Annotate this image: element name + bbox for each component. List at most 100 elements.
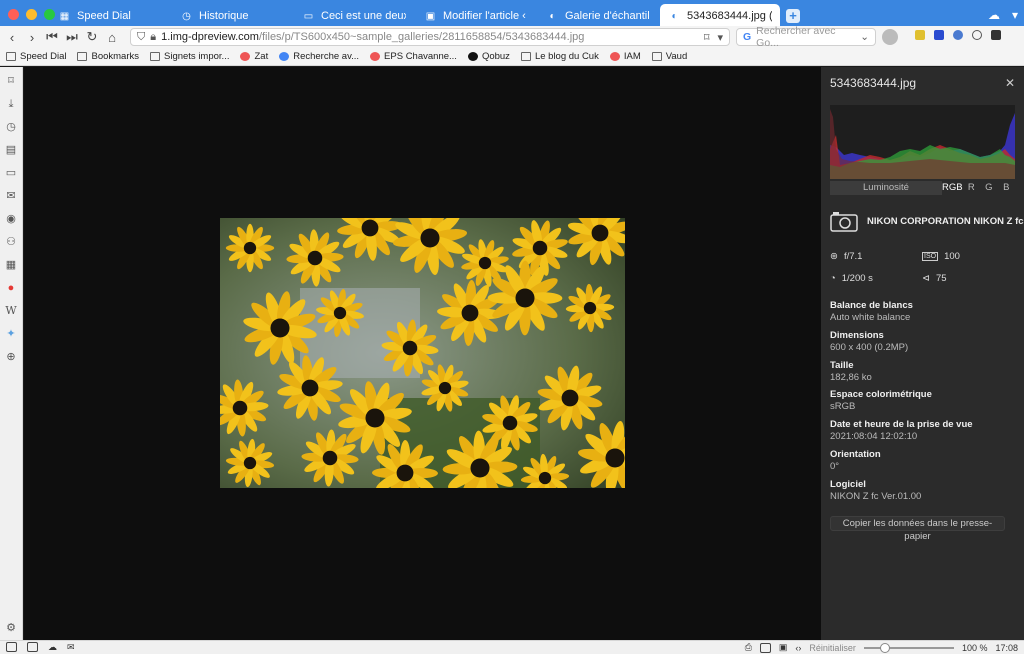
tab-blog[interactable]: ▣ Modifier l'article ‹ Le Blog xyxy=(416,4,536,28)
url-field[interactable]: ⛉ 🔒︎ 1.img-dpreview.com /files/p/TS600x4… xyxy=(130,28,730,46)
code-icon[interactable]: ‹› xyxy=(795,643,801,653)
wikipedia-icon[interactable]: W xyxy=(5,305,17,317)
reset-zoom-button[interactable]: Réinitialiser xyxy=(809,643,856,653)
mail-icon[interactable]: ✉ xyxy=(5,190,17,202)
bookmark-item[interactable]: Speed Dial xyxy=(6,51,66,62)
notes-icon[interactable]: ▤ xyxy=(5,144,17,156)
close-window-button[interactable] xyxy=(8,9,19,20)
extension-icon-3[interactable] xyxy=(953,30,963,40)
bookmark-item[interactable]: Recherche av... xyxy=(279,51,359,62)
document-icon: ▭ xyxy=(303,10,314,22)
cloud-icon[interactable]: ☁ xyxy=(988,8,1000,22)
bookmark-item[interactable]: Zat xyxy=(240,51,268,62)
extension-icon-2[interactable] xyxy=(934,30,944,40)
rewind-button[interactable]: ⏮ xyxy=(42,29,62,45)
panel-toggle-icon[interactable] xyxy=(6,642,17,652)
zoom-level: 100 % xyxy=(961,642,988,653)
window-panel-icon[interactable]: ▭ xyxy=(5,167,17,179)
minimize-window-button[interactable] xyxy=(26,9,37,20)
bookmark-item[interactable]: EPS Chavanne... xyxy=(370,51,457,62)
metadata-item: Balance de blancs Auto white balance xyxy=(830,300,1015,330)
clock-icon: ◷ xyxy=(182,10,191,22)
zoom-slider[interactable] xyxy=(863,642,954,653)
lock-icon[interactable]: 🔒︎ xyxy=(150,31,156,44)
tab-red[interactable]: R xyxy=(963,181,980,195)
bookmark-item[interactable]: Signets impor... xyxy=(150,51,229,62)
settings-icon[interactable]: ⚙ xyxy=(5,622,17,634)
speed-dial-icon: ▦ xyxy=(59,10,70,22)
tab-speed-dial[interactable]: ▦ Speed Dial xyxy=(50,4,170,28)
photo-yellow-flowers[interactable] xyxy=(220,218,625,488)
history-icon[interactable]: ◷ xyxy=(5,121,17,133)
mail-status-icon[interactable]: ✉ xyxy=(67,642,75,653)
tab-galerie[interactable]: ◐ Galerie d'échantillons: Nik xyxy=(538,4,658,28)
metadata-item: Espace colorimétrique sRGB xyxy=(830,389,1015,419)
search-field[interactable]: G Rechercher avec Go... ⌄ xyxy=(736,25,876,49)
bookmark-label: IAM xyxy=(623,51,641,62)
bookmark-item[interactable]: Le blog du Cuk xyxy=(520,51,599,62)
back-button[interactable]: ‹ xyxy=(2,30,22,45)
sync-cloud-icon[interactable]: ☁ xyxy=(48,642,57,653)
copy-data-button[interactable]: Copier les données dans le presse-papier xyxy=(830,516,1005,542)
metadata-value[interactable]: 182,86 ko xyxy=(830,372,1015,383)
feeds-icon[interactable]: ◉ xyxy=(5,213,17,225)
search-dropdown-icon[interactable]: ⌄ xyxy=(860,31,869,43)
bookmark-item[interactable]: IAM xyxy=(609,51,641,62)
camera-model: NIKON CORPORATION NIKON Z fc xyxy=(867,215,1024,227)
tab-blue[interactable]: B xyxy=(998,181,1015,195)
search-placeholder: Rechercher avec Go... xyxy=(756,25,836,49)
metadata-value[interactable]: Auto white balance xyxy=(830,312,1015,323)
reload-button[interactable]: ↻ xyxy=(82,29,102,45)
zoom-slider-knob[interactable] xyxy=(879,642,890,653)
shield-icon[interactable]: ⛉ xyxy=(137,31,145,44)
folder-icon xyxy=(77,52,88,61)
camera-info: NIKON CORPORATION NIKON Z fc xyxy=(830,210,1024,232)
capture-icon[interactable]: ⎙ xyxy=(745,642,752,653)
add-panel-icon[interactable]: ⊕ xyxy=(5,351,17,363)
address-bar: ‹ › ⏮ ⏭ ↻ ⌂ ⛉ 🔒︎ 1.img-dpreview.com /fil… xyxy=(0,25,1024,49)
home-button[interactable]: ⌂ xyxy=(102,30,122,45)
dropdown-icon[interactable]: ▾ xyxy=(717,31,723,44)
tiling-icon[interactable] xyxy=(759,642,771,653)
close-icon[interactable]: ✕ xyxy=(1005,76,1015,90)
image-info-panel: 5343683444.jpg ✕ Luminosité RGB R G B NI… xyxy=(821,67,1024,640)
bookmark-item[interactable]: Bookmarks xyxy=(77,51,139,62)
bookmark-icon[interactable]: ⌑ xyxy=(704,31,710,44)
bookmark-panel-icon[interactable]: ⌑ xyxy=(5,75,17,87)
extension-icon-4[interactable] xyxy=(972,30,982,40)
window-menu-icon[interactable]: ▾ xyxy=(1012,8,1018,22)
bookmark-label: Qobuz xyxy=(481,51,510,62)
side-panel: ⌑ ⤓ ◷ ▤ ▭ ✉ ◉ ⚇ ▦ ● W ✦ ⊕ ⚙ xyxy=(0,67,23,640)
bookmark-item[interactable]: Vaud xyxy=(651,51,687,62)
extension-icon-5[interactable] xyxy=(991,30,1001,40)
fast-forward-button[interactable]: ⏭ xyxy=(62,29,82,45)
images-icon[interactable]: ▣ xyxy=(779,642,788,653)
metadata-value[interactable]: 600 x 400 (0.2MP) xyxy=(830,342,1015,353)
contacts-icon[interactable]: ⚇ xyxy=(5,236,17,248)
tab-label: Ceci est une deuxième no xyxy=(321,10,406,22)
tab-note[interactable]: ▭ Ceci est une deuxième no xyxy=(294,4,414,28)
metadata-value[interactable]: NIKON Z fc Ver.01.00 xyxy=(830,491,1015,502)
metadata-value[interactable]: sRGB xyxy=(830,401,1015,412)
forward-button[interactable]: › xyxy=(22,30,42,45)
bookmark-item[interactable]: Qobuz xyxy=(467,51,510,62)
new-tab-button[interactable]: + xyxy=(786,9,800,23)
extension-icon-1[interactable] xyxy=(915,30,925,40)
profile-avatar[interactable] xyxy=(882,29,898,45)
metadata-label: Balance de blancs xyxy=(830,300,913,311)
calendar-icon[interactable]: ▦ xyxy=(5,259,17,271)
tile-icon[interactable] xyxy=(27,642,38,652)
dpreview-icon: ◐ xyxy=(671,10,678,22)
translate-icon[interactable]: ✦ xyxy=(5,328,17,340)
metadata-label: Espace colorimétrique xyxy=(830,389,932,401)
folder-icon xyxy=(150,52,160,61)
vivaldi-icon[interactable]: ● xyxy=(5,282,17,294)
clock: 17:08 xyxy=(995,642,1018,653)
tab-luminosity[interactable]: Luminosité xyxy=(830,181,942,195)
download-icon[interactable]: ⤓ xyxy=(5,98,17,110)
tab-green[interactable]: G xyxy=(980,181,997,195)
metadata-value[interactable]: 0° xyxy=(830,461,1015,472)
metadata-value[interactable]: 2021:08:04 12:02:10 xyxy=(830,431,1015,442)
tab-rgb[interactable]: RGB xyxy=(942,181,963,195)
tab-historique[interactable]: ◷ Historique xyxy=(172,4,292,28)
